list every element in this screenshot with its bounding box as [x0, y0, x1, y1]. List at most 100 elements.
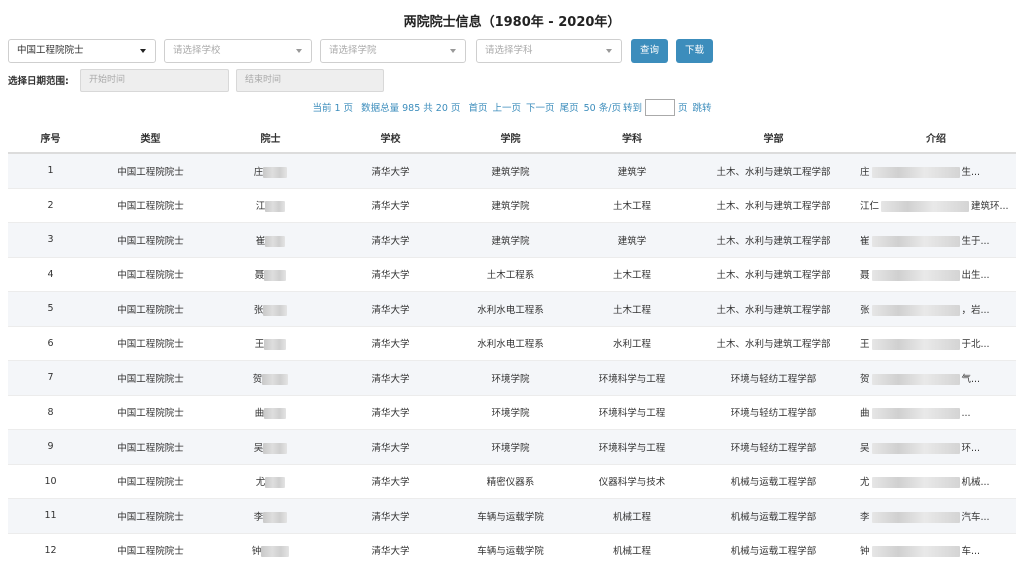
cell-college: 环境学院 [448, 429, 573, 464]
first-page-link[interactable]: 首页 [468, 103, 487, 114]
college-select[interactable]: 请选择学院 [320, 39, 466, 63]
redacted-intro-blur [871, 373, 960, 385]
cell-type-text: 中国工程院院士 [117, 511, 184, 523]
cell-name-text: 张 [253, 304, 264, 316]
table-row[interactable]: 12 中国工程院院士钟清华大学 车辆与运载学院 机械工程 机械与运载工程学部钟车... [8, 532, 1016, 567]
cell-no-text: 2 [47, 199, 54, 211]
total-count-text: 数据总量 985 共 20 页 [361, 103, 461, 114]
cell-type-text: 中国工程院院士 [117, 408, 184, 420]
cell-name-text: 贺 [252, 373, 263, 385]
header-discipline[interactable]: 学科 [573, 123, 691, 154]
last-page-link[interactable]: 尾页 [560, 103, 579, 114]
table-row[interactable]: 11 中国工程院院士 李 清华大学 车辆与运载学院 机械工程 机械与运载工程学部 李 汽车... [8, 498, 1016, 533]
cell-college-text: 土木工程系 [486, 270, 535, 282]
cell-discipline: 机械工程 [573, 532, 691, 567]
table-row[interactable]: 8 中国工程院院士 曲 清华大学 环境学院 环境科学与工程 环境与轻纺工程学部 曲... [8, 394, 1016, 430]
redacted-intro-blur [871, 477, 960, 489]
academicians-table: 序号 类型 院士 学校 学院 学科 学部 介绍 1 中国工程院院士庄清华大学 建筑学… [8, 123, 1016, 567]
redacted-intro-blur [871, 339, 960, 351]
cell-name: 王 [208, 325, 333, 361]
intro-end-text: 建筑环... [971, 201, 1009, 213]
cell-name-text: 曲 [254, 408, 265, 420]
cell-name-text: 聂 [254, 270, 265, 282]
discipline-select[interactable]: 请选择学科 [476, 39, 622, 63]
table-row[interactable]: 7 中国工程院院士 贺 清华大学 环境学院 环境科学与工程 环境与轻纺工程学部 贺 气... [8, 360, 1016, 395]
cell-type-text: 中国工程院院士 [117, 201, 184, 213]
table-row[interactable]: 3 中国工程院院士 崔 清华大学 建筑学院 建筑学 土木、水利与建筑工程学部 崔 生于... [8, 222, 1016, 257]
search-button[interactable]: 查询 [631, 39, 668, 63]
cell-discipline-text: 仪器科学与技术 [598, 477, 666, 489]
page-size-text[interactable]: 50 条/页 [584, 103, 621, 114]
cell-college: 环境学院 [448, 394, 573, 430]
cell-no: 11 [8, 498, 93, 533]
cell-college-text: 环境学院 [491, 442, 530, 454]
header-school[interactable]: 学校 [333, 123, 448, 154]
cell-division-text: 土木、水利与建筑工程学部 [716, 201, 831, 213]
cell-discipline: 水利工程 [573, 325, 691, 361]
cell-college: 建筑学院 [448, 152, 573, 188]
cell-no-text: 10 [44, 475, 57, 487]
cell-school: 清华大学 [333, 256, 448, 292]
header-intro[interactable]: 介绍 [856, 123, 1016, 154]
cell-no-text: 3 [47, 234, 54, 246]
school-select[interactable]: 请选择学校 [164, 39, 312, 63]
cell-name: 吴 [208, 429, 333, 464]
header-name[interactable]: 院士 [208, 123, 333, 154]
cell-no-text: 12 [44, 544, 57, 556]
cell-no: 1 [8, 152, 93, 188]
start-date-input[interactable]: 开始时间 [80, 69, 229, 92]
cell-college: 土木工程系 [448, 256, 573, 292]
redacted-intro-blur [871, 442, 960, 454]
cell-college-text: 环境学院 [491, 408, 530, 420]
next-page-link[interactable]: 下一页 [526, 103, 555, 114]
cell-name: 聂 [208, 256, 333, 292]
intro-start-text: 李 [860, 511, 870, 523]
header-college[interactable]: 学院 [448, 123, 573, 154]
cell-college: 水利水电工程系 [448, 291, 573, 326]
intro-end-text: 环... [961, 442, 981, 454]
cell-discipline-text: 环境科学与工程 [598, 373, 666, 385]
redacted-intro-blur [871, 511, 960, 523]
table-row[interactable]: 2 中国工程院院士 江 清华大学 建筑学院 土木工程 土木、水利与建筑工程学部 江仁 建筑环..… [8, 187, 1016, 223]
cell-type-text: 中国工程院院士 [117, 442, 184, 454]
cell-intro: 张 ，岩... [856, 291, 1016, 326]
cell-type: 中国工程院院士 [93, 152, 208, 188]
jump-link[interactable]: 跳转 [693, 103, 712, 114]
cell-school: 清华大学 [333, 463, 448, 499]
cell-school-text: 清华大学 [371, 304, 410, 316]
cell-name-text: 庄 [253, 166, 264, 178]
cell-discipline-text: 水利工程 [612, 339, 651, 351]
cell-discipline: 环境科学与工程 [573, 360, 691, 395]
table-row[interactable]: 5 中国工程院院士 张 清华大学 水利水电工程系 土木工程 土木、水利与建筑工程学部 张 ，岩.… [8, 291, 1016, 326]
cell-discipline: 建筑学 [573, 152, 691, 188]
cell-no-text: 5 [47, 303, 54, 315]
cell-discipline-text: 土木工程 [612, 304, 651, 316]
page-number-input[interactable] [644, 99, 675, 116]
header-division[interactable]: 学部 [691, 123, 856, 154]
download-button[interactable]: 下载 [676, 39, 713, 63]
cell-type-text: 中国工程院院士 [117, 477, 184, 489]
table-row[interactable]: 4 中国工程院院士 聂 清华大学 土木工程系 土木工程 土木、水利与建筑工程学部 聂 出生... [8, 256, 1016, 292]
cell-division-text: 环境与轻纺工程学部 [730, 373, 817, 385]
table-header-row: 序号 类型 院士 学校 学院 学科 学部 介绍 [8, 123, 1016, 154]
table-row[interactable]: 6 中国工程院院士 王 清华大学 水利水电工程系 水利工程 土木、水利与建筑工程学部 王 于北.… [8, 325, 1016, 361]
cell-no: 10 [8, 463, 93, 499]
cell-division-text: 机械与运载工程学部 [730, 511, 817, 523]
table-row[interactable]: 9 中国工程院院士 吴 清华大学 环境学院 环境科学与工程 环境与轻纺工程学部 吴 环... [8, 429, 1016, 464]
prev-page-link[interactable]: 上一页 [493, 103, 522, 114]
cell-division: 机械与运载工程学部 [691, 498, 856, 533]
cell-type-text: 中国工程院院士 [117, 304, 184, 316]
intro-end-text: 生... [961, 166, 981, 178]
type-select-value: 中国工程院院士 [17, 45, 84, 56]
table-row[interactable]: 1 中国工程院院士 庄 清华大学 建筑学院 建筑学 土木、水利与建筑工程学部 庄 生... [8, 152, 1016, 188]
type-select[interactable]: 中国工程院院士 [8, 39, 156, 63]
cell-school: 清华大学 [333, 498, 448, 533]
cell-no: 12 [8, 532, 93, 567]
table-row[interactable]: 10 中国工程院院士 尤 清华大学 精密仪器系 仪器科学与技术 机械与运载工程学部 尤 机械..… [8, 463, 1016, 499]
header-no[interactable]: 序号 [8, 123, 93, 154]
header-type[interactable]: 类型 [93, 123, 208, 154]
cell-type: 中国工程院院士 [93, 394, 208, 430]
end-date-input[interactable]: 结束时间 [236, 69, 384, 92]
cell-discipline: 土木工程 [573, 291, 691, 326]
redacted-name-blur [263, 511, 288, 523]
